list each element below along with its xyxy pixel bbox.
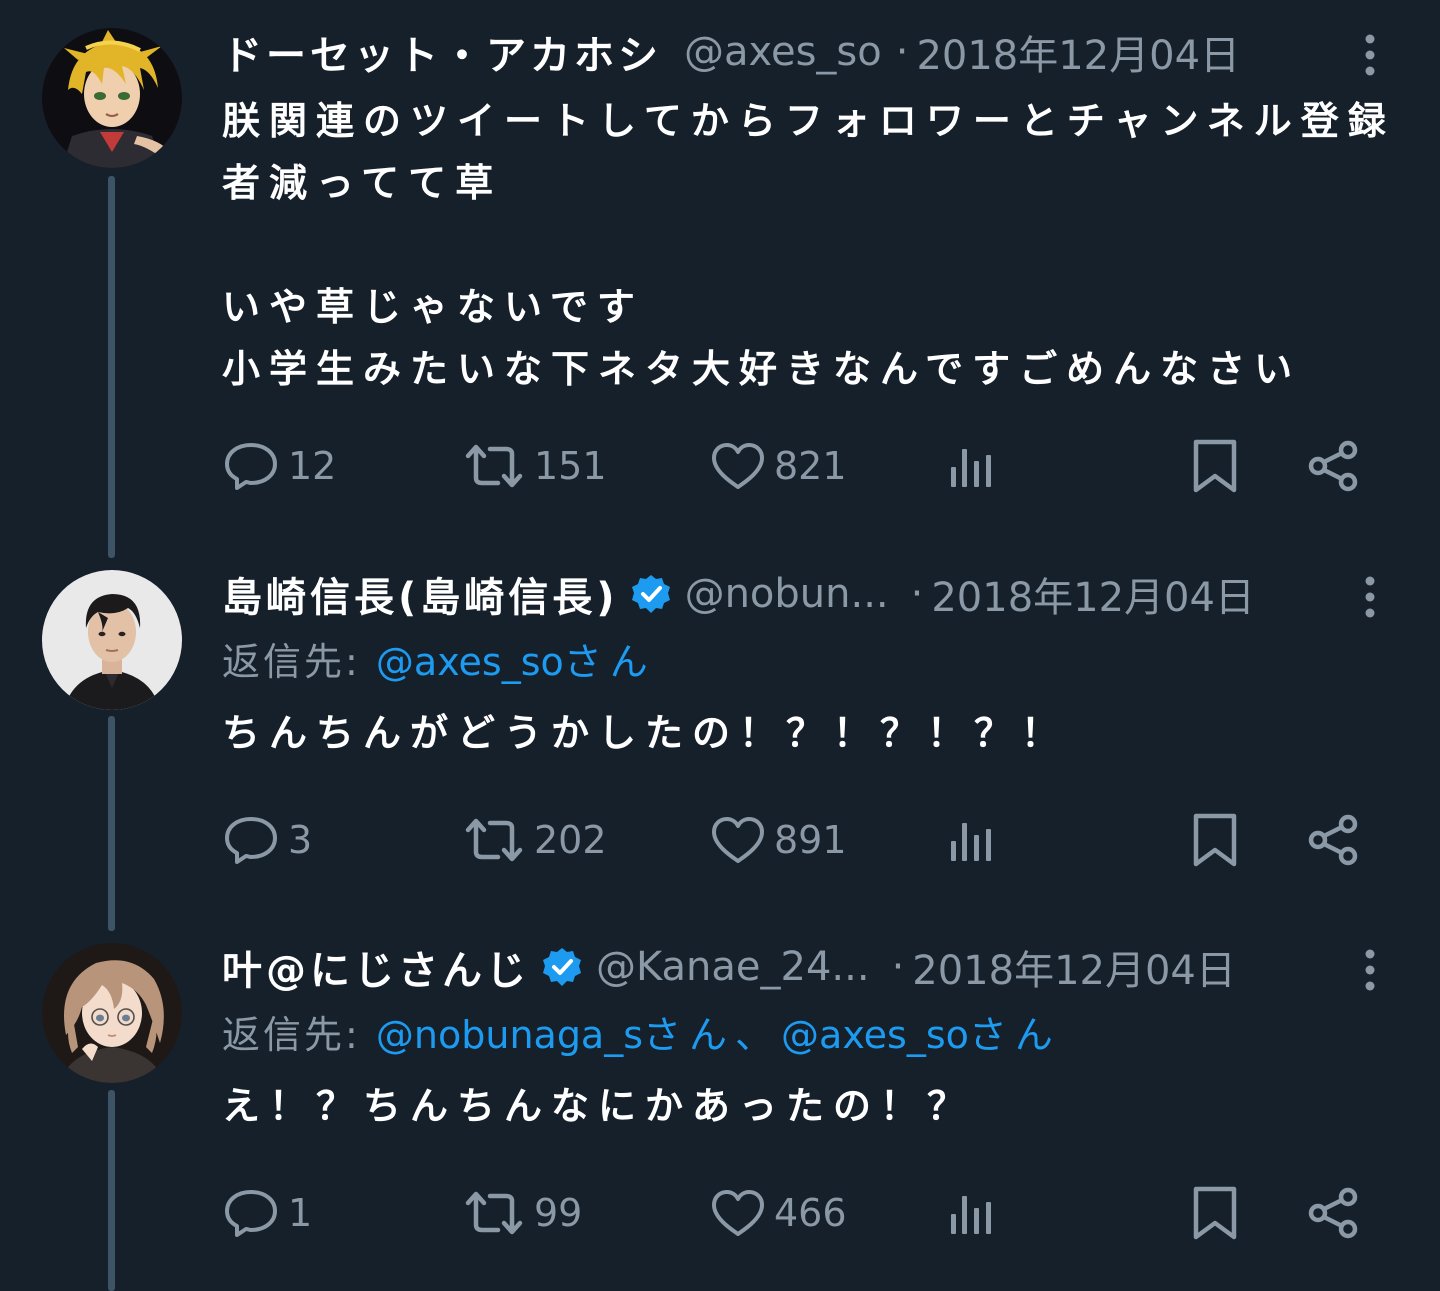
like-count: 891 xyxy=(774,818,847,862)
tweet-date[interactable]: 2018年12月04日 xyxy=(916,23,1240,81)
views-icon xyxy=(951,449,991,487)
tweet-actions: 12 151 821 xyxy=(222,436,1412,496)
reply-icon xyxy=(225,817,277,864)
display-name[interactable]: ドーセット・アカホシ xyxy=(222,23,662,81)
views-button[interactable] xyxy=(948,1183,994,1243)
share-icon xyxy=(1308,440,1358,492)
thread-connector-line xyxy=(108,716,115,931)
avatar-image xyxy=(42,943,182,1083)
tweet-date[interactable]: 2018年12月04日 xyxy=(912,938,1236,996)
like-icon xyxy=(712,817,764,863)
reply-prefix: 返信先: xyxy=(222,1013,361,1057)
like-icon xyxy=(712,443,764,489)
more-icon[interactable] xyxy=(1364,949,1376,991)
bookmark-button[interactable] xyxy=(1192,810,1238,870)
like-count: 821 xyxy=(774,444,847,488)
reply-count: 12 xyxy=(288,444,337,488)
like-count: 466 xyxy=(774,1191,847,1235)
views-button[interactable] xyxy=(948,436,994,496)
tweet-header: ドーセット・アカホシ @axes_so · 2018年12月04日 xyxy=(222,20,1412,84)
retweet-button[interactable]: 151 xyxy=(462,436,607,496)
tweet-content: 叶@にじさんじ @Kanae_24... · 2018年12月04日 返信先: … xyxy=(222,935,1412,1240)
display-name[interactable]: 叶@にじさんじ xyxy=(222,938,530,996)
avatar-image xyxy=(42,570,182,710)
bookmark-icon xyxy=(1193,813,1237,867)
tweet-text: ちんちんがどうかしたの！？！？！？！ xyxy=(222,711,1069,755)
user-handle[interactable]: @nobun... xyxy=(685,571,889,617)
user-handle[interactable]: @Kanae_24... xyxy=(596,944,870,990)
like-icon xyxy=(712,1190,764,1236)
tweet-text: 朕関連のツイートしてからフォロワーとチャンネル登録 者減ってて草 いや草じゃない… xyxy=(222,99,1395,391)
tweet-header: 叶@にじさんじ @Kanae_24... · 2018年12月04日 xyxy=(222,935,1412,999)
display-name[interactable]: 島崎信長(島崎信長) xyxy=(222,565,619,623)
reply-count: 1 xyxy=(288,1191,313,1235)
separator-dot: · xyxy=(910,571,924,617)
share-icon xyxy=(1308,1187,1358,1239)
tweet-content: ドーセット・アカホシ @axes_so · 2018年12月04日 朕関連のツイ… xyxy=(222,20,1412,493)
retweet-button[interactable]: 99 xyxy=(462,1183,582,1243)
retweet-icon xyxy=(465,1191,523,1235)
verified-badge-icon xyxy=(631,575,670,613)
retweet-icon xyxy=(465,444,523,488)
reply-icon xyxy=(225,1190,277,1237)
share-button[interactable] xyxy=(1306,810,1360,870)
views-icon xyxy=(951,823,991,861)
conversation-thread: ドーセット・アカホシ @axes_so · 2018年12月04日 朕関連のツイ… xyxy=(0,0,1440,1291)
tweet-header: 島崎信長(島崎信長) @nobun... · 2018年12月04日 xyxy=(222,562,1412,626)
avatar[interactable] xyxy=(42,943,182,1083)
avatar[interactable] xyxy=(42,28,182,168)
tweet-date[interactable]: 2018年12月04日 xyxy=(931,565,1255,623)
separator-dot: · xyxy=(895,29,909,75)
retweet-count: 151 xyxy=(534,444,607,488)
share-button[interactable] xyxy=(1306,1183,1360,1243)
mention-suffix: さん xyxy=(563,640,656,684)
like-button[interactable]: 466 xyxy=(710,1183,847,1243)
user-handle[interactable]: @axes_so xyxy=(684,29,882,75)
reply-prefix: 返信先: xyxy=(222,640,361,684)
bookmark-button[interactable] xyxy=(1192,436,1238,496)
more-icon[interactable] xyxy=(1364,34,1376,76)
reply-button[interactable]: 3 xyxy=(222,810,312,870)
retweet-count: 202 xyxy=(534,818,607,862)
reply-count: 3 xyxy=(288,818,313,862)
mention-link[interactable]: @axes_so xyxy=(376,640,564,684)
like-button[interactable]: 821 xyxy=(710,436,847,496)
retweet-count: 99 xyxy=(534,1191,583,1235)
like-button[interactable]: 891 xyxy=(710,810,847,870)
tweet-actions: 1 99 466 xyxy=(222,1183,1412,1243)
verified-badge-icon xyxy=(543,948,581,986)
share-icon xyxy=(1308,814,1358,866)
mention-link[interactable]: @axes_so xyxy=(781,1013,969,1057)
views-button[interactable] xyxy=(948,810,994,870)
share-button[interactable] xyxy=(1306,436,1360,496)
tweet-content: 島崎信長(島崎信長) @nobun... · 2018年12月04日 返信先: … xyxy=(222,562,1412,867)
mention-suffix: さん、 xyxy=(643,1013,782,1057)
reply-icon xyxy=(225,443,277,490)
bookmark-icon xyxy=(1193,439,1237,493)
more-icon[interactable] xyxy=(1364,576,1376,618)
separator-dot: · xyxy=(891,944,905,990)
tweet-text: え！？ちんちんなにかあったの！？ xyxy=(222,1084,975,1128)
bookmark-icon xyxy=(1193,1186,1237,1240)
avatar[interactable] xyxy=(42,570,182,710)
thread-connector-line xyxy=(108,176,115,558)
reply-button[interactable]: 12 xyxy=(222,436,336,496)
retweet-button[interactable]: 202 xyxy=(462,810,607,870)
reply-button[interactable]: 1 xyxy=(222,1183,312,1243)
bookmark-button[interactable] xyxy=(1192,1183,1238,1243)
mention-suffix: さん xyxy=(968,1013,1061,1057)
tweet-actions: 3 202 891 xyxy=(222,810,1412,870)
thread-connector-line xyxy=(108,1090,115,1291)
mention-link[interactable]: @nobunaga_s xyxy=(376,1013,643,1057)
retweet-icon xyxy=(465,818,523,862)
views-icon xyxy=(951,1196,991,1234)
reply-context: 返信先: @axes_soさん xyxy=(222,632,1412,692)
reply-context: 返信先: @nobunaga_sさん、@axes_soさん xyxy=(222,1005,1412,1065)
avatar-image xyxy=(42,28,182,168)
